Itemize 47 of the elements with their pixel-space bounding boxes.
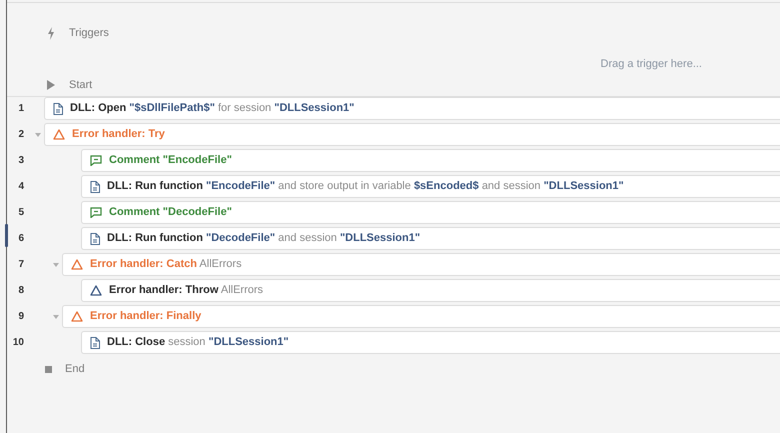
step-card[interactable]: DLL: Run function "DecodeFile" and session "DLLSession1": [81, 227, 780, 250]
line-number: 3: [17, 154, 24, 168]
line-number: 9: [17, 310, 24, 324]
collapse-caret-icon[interactable]: [53, 262, 59, 266]
play-icon: [47, 80, 55, 90]
collapse-caret-icon[interactable]: [53, 314, 59, 318]
line-number: 7: [17, 258, 24, 272]
step-card[interactable]: DLL: Open "$sDllFilePath$" for session "DLLSession1": [44, 97, 780, 120]
warning-triangle-icon: [71, 311, 83, 322]
warning-triangle-icon: [53, 129, 65, 140]
line-number: 10: [12, 336, 24, 350]
stop-icon: [45, 366, 52, 372]
step-text: Comment "EncodeFile": [109, 153, 232, 168]
speech-bubble-icon: [90, 207, 102, 218]
drop-zone-hint: Drag a trigger here...: [600, 58, 702, 70]
start-label: Start: [69, 78, 92, 93]
step-card[interactable]: Comment "DecodeFile": [81, 201, 780, 224]
warning-triangle-icon: [90, 285, 102, 296]
lightning-icon: [47, 26, 55, 40]
step-card[interactable]: Error handler: Throw AllErrors: [81, 279, 780, 302]
step-text: DLL: Run function "EncodeFile" and store output in variable $sEncoded$ and session "DLLSession1": [107, 179, 624, 194]
step-text: DLL: Close session "DLLSession1": [107, 335, 289, 350]
step-card[interactable]: DLL: Run function "EncodeFile" and store output in variable $sEncoded$ and session "DLLSession1": [81, 175, 780, 198]
line-number: 5: [17, 206, 24, 220]
document-icon: [90, 336, 100, 348]
document-icon: [53, 102, 63, 114]
line-number: 2: [17, 128, 24, 142]
speech-bubble-icon: [90, 155, 102, 166]
document-icon: [90, 180, 100, 192]
end-label: End: [65, 362, 85, 377]
line-number: 4: [17, 180, 24, 194]
line-number: 8: [17, 284, 24, 298]
document-icon: [90, 232, 100, 244]
warning-triangle-icon: [71, 259, 83, 270]
line-number: 6: [17, 232, 24, 246]
step-text: Error handler: Catch AllErrors: [90, 257, 242, 272]
step-card[interactable]: Comment "EncodeFile": [81, 149, 780, 172]
step-text: Error handler: Try: [72, 127, 165, 142]
step-card[interactable]: DLL: Close session "DLLSession1": [81, 331, 780, 354]
step-text: Error handler: Finally: [90, 309, 202, 324]
line-number: 1: [17, 102, 24, 116]
collapse-caret-icon[interactable]: [35, 132, 41, 136]
step-text: Comment "DecodeFile": [109, 205, 232, 220]
step-text: Error handler: Throw AllErrors: [109, 283, 264, 298]
triggers-label: Triggers: [69, 26, 109, 41]
step-text: DLL: Open "$sDllFilePath$" for session "DLLSession1": [70, 101, 354, 116]
step-text: DLL: Run function "DecodeFile" and session "DLLSession1": [107, 231, 420, 246]
